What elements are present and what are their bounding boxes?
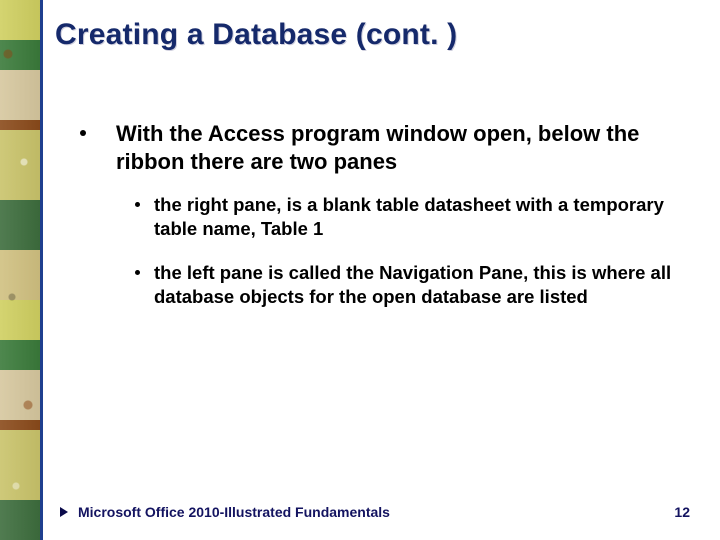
slide-title: Creating a Database (cont. ) bbox=[55, 18, 457, 52]
footer-text: Microsoft Office 2010-Illustrated Fundam… bbox=[78, 504, 390, 520]
bullet-level2: the right pane, is a blank table datashe… bbox=[135, 193, 680, 241]
slide-body: With the Access program window open, bel… bbox=[80, 120, 680, 329]
slide: Creating a Database (cont. ) With the Ac… bbox=[0, 0, 720, 540]
bullet-level2-text: the right pane, is a blank table datashe… bbox=[154, 193, 674, 241]
page-number: 12 bbox=[674, 504, 690, 520]
bullet-dot-icon bbox=[80, 130, 86, 136]
decorative-left-strip bbox=[0, 0, 40, 540]
bullet-level1-text: With the Access program window open, bel… bbox=[116, 120, 680, 175]
slide-footer: Microsoft Office 2010-Illustrated Fundam… bbox=[60, 504, 690, 520]
bullet-dot-icon bbox=[135, 270, 140, 275]
bullet-level2: the left pane is called the Navigation P… bbox=[135, 261, 680, 309]
bullet-level2-text: the left pane is called the Navigation P… bbox=[154, 261, 674, 309]
bullet-level2-group: the right pane, is a blank table datashe… bbox=[135, 193, 680, 309]
blue-vertical-rule bbox=[40, 0, 43, 540]
arrow-right-icon bbox=[60, 507, 68, 517]
bullet-level1: With the Access program window open, bel… bbox=[80, 120, 680, 175]
bullet-dot-icon bbox=[135, 202, 140, 207]
footer-left: Microsoft Office 2010-Illustrated Fundam… bbox=[60, 504, 390, 520]
